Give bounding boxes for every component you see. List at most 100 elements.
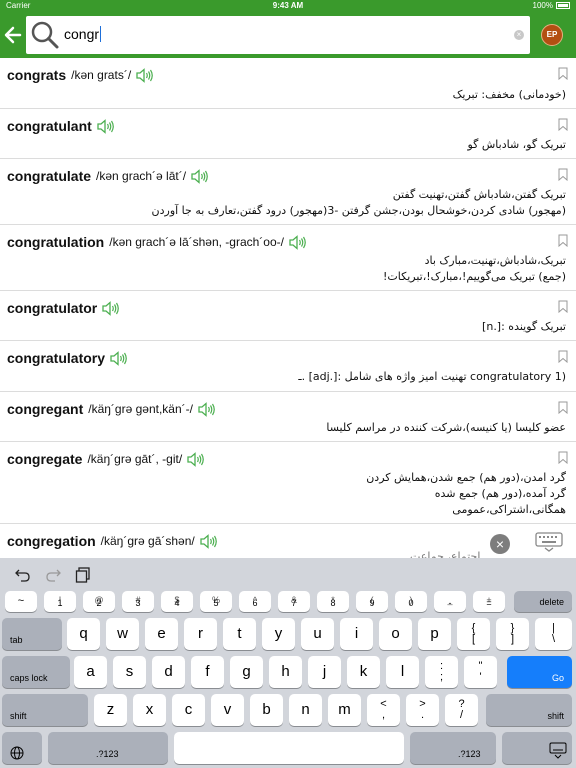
go-key[interactable]: Go	[507, 656, 572, 688]
key[interactable]: % 5	[200, 591, 232, 612]
delete-key[interactable]: delete	[514, 591, 572, 612]
key[interactable]: (9	[356, 591, 388, 612]
key[interactable]: z	[94, 694, 127, 726]
hide-keyboard-key[interactable]	[502, 732, 572, 764]
bookmark-icon[interactable]	[558, 67, 568, 80]
caps-lock-key[interactable]: caps lock	[2, 656, 70, 688]
key[interactable]: + =	[473, 591, 505, 612]
key[interactable]: i	[340, 618, 373, 650]
speaker-icon[interactable]	[187, 451, 205, 467]
search-input[interactable]: congr	[64, 26, 102, 42]
keyboard-icon[interactable]	[534, 531, 564, 553]
definitions: (1 congratulatory تهنیت امیز واژه های شا…	[298, 369, 566, 385]
list-item[interactable]: congregate /käŋ´grə gāt´, -git/ گرد امدن…	[0, 442, 576, 524]
definitions: گرد امدن،(دور هم) جمع شدن،همایش کردن گرد…	[366, 470, 566, 518]
key[interactable]: y	[262, 618, 295, 650]
bookmark-icon[interactable]	[558, 300, 568, 313]
tab-key[interactable]: tab	[2, 618, 62, 650]
entry-heading: congratulator	[7, 300, 120, 316]
key[interactable]: $4	[161, 591, 193, 612]
key[interactable]: c	[172, 694, 205, 726]
key[interactable]: _ -	[434, 591, 466, 612]
key[interactable]: x	[133, 694, 166, 726]
key[interactable]: p	[418, 618, 451, 650]
speaker-icon[interactable]	[97, 118, 115, 134]
key[interactable]: o	[379, 618, 412, 650]
key[interactable]: h	[269, 656, 302, 688]
undo-icon[interactable]	[15, 567, 31, 583]
numbers-key[interactable]: .?123	[48, 732, 168, 764]
list-item[interactable]: congratulant تبریک گو، شادباش گو	[0, 109, 576, 159]
key[interactable]: >.	[406, 694, 439, 726]
key[interactable]: j	[308, 656, 341, 688]
space-key[interactable]	[174, 732, 404, 764]
bookmark-icon[interactable]	[558, 350, 568, 363]
list-item[interactable]: congratulator تبریک گوینده :[.n]	[0, 291, 576, 341]
speaker-icon[interactable]	[136, 67, 154, 83]
key[interactable]: ! 1	[44, 591, 76, 612]
speaker-icon[interactable]	[102, 300, 120, 316]
speaker-icon[interactable]	[289, 234, 307, 250]
key[interactable]: u	[301, 618, 334, 650]
key[interactable]: & 7	[278, 591, 310, 612]
key[interactable]: q	[67, 618, 100, 650]
keyboard-shortcut-bar	[0, 558, 576, 592]
key[interactable]: a	[74, 656, 107, 688]
list-item[interactable]: congrats /kən grats´/ (خودمانی) مخفف: تب…	[0, 58, 576, 109]
speaker-icon[interactable]	[110, 350, 128, 366]
list-item[interactable]: congratulation /kən grach´ə lā´shən, -gr…	[0, 225, 576, 291]
bookmark-icon[interactable]	[558, 234, 568, 247]
bookmark-icon[interactable]	[558, 401, 568, 414]
key[interactable]: @2	[83, 591, 115, 612]
search-box[interactable]: congr ×	[26, 16, 530, 54]
bookmark-icon[interactable]	[558, 451, 568, 464]
pronunciation: /käŋ´grə gənt,kän´-/	[88, 402, 193, 416]
key[interactable]: f	[191, 656, 224, 688]
key[interactable]: r	[184, 618, 217, 650]
key[interactable]: " '	[464, 656, 497, 688]
paste-icon[interactable]	[75, 567, 91, 583]
key[interactable]: ~	[5, 591, 37, 612]
redo-icon[interactable]	[45, 567, 61, 583]
key[interactable]: n	[289, 694, 322, 726]
list-item[interactable]: congregant /käŋ´grə gənt,kän´-/ عضو کلیس…	[0, 392, 576, 442]
key[interactable]: d	[152, 656, 185, 688]
shift-right-key[interactable]: shift	[486, 694, 572, 726]
key[interactable]: <,	[367, 694, 400, 726]
key[interactable]: l	[386, 656, 419, 688]
key[interactable]: t	[223, 618, 256, 650]
key[interactable]: * 8	[317, 591, 349, 612]
key[interactable]: k	[347, 656, 380, 688]
speaker-icon[interactable]	[191, 168, 209, 184]
key[interactable]: :;	[425, 656, 458, 688]
word-list[interactable]: congrats /kən grats´/ (خودمانی) مخفف: تب…	[0, 58, 576, 558]
dismiss-keyboard-button[interactable]: ×	[490, 534, 510, 554]
bookmark-icon[interactable]	[558, 168, 568, 181]
profile-badge[interactable]: EP	[541, 24, 563, 46]
key[interactable]: m	[328, 694, 361, 726]
key[interactable]: b	[250, 694, 283, 726]
globe-key[interactable]	[2, 732, 42, 764]
speaker-icon[interactable]	[200, 533, 218, 549]
speaker-icon[interactable]	[198, 401, 216, 417]
bookmark-icon[interactable]	[558, 118, 568, 131]
list-item[interactable]: congratulatory (1 congratulatory تهنیت ا…	[0, 341, 576, 392]
key[interactable]: e	[145, 618, 178, 650]
numbers-key-right[interactable]: .?123	[410, 732, 496, 764]
key[interactable]: s	[113, 656, 146, 688]
key[interactable]: #3	[122, 591, 154, 612]
shift-left-key[interactable]: shift	[2, 694, 88, 726]
key[interactable]: ? /	[445, 694, 478, 726]
key[interactable]: {[	[457, 618, 490, 650]
list-item[interactable]: congratulate /kən grach´ə lāt´/ تبریک گف…	[0, 159, 576, 225]
key[interactable]: w	[106, 618, 139, 650]
key[interactable]: ^ 6	[239, 591, 271, 612]
back-arrow-icon[interactable]	[2, 20, 24, 50]
key-char: y	[274, 625, 283, 642]
key[interactable]: }]	[496, 618, 529, 650]
key[interactable]: | \	[535, 618, 572, 650]
key[interactable]: v	[211, 694, 244, 726]
clear-search-button[interactable]: ×	[514, 30, 524, 40]
key[interactable]: g	[230, 656, 263, 688]
key[interactable]: ) 0	[395, 591, 427, 612]
